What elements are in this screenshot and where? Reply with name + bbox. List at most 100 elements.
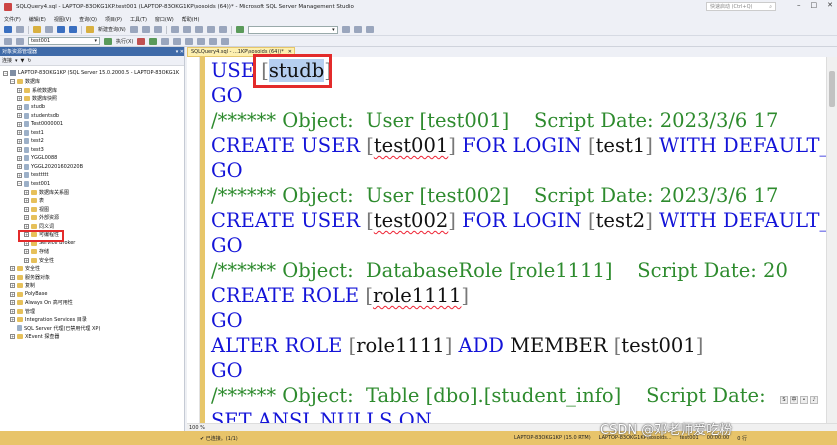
collapse-icon[interactable]: − <box>10 79 15 85</box>
tree-node[interactable]: + 数据库快照 <box>0 95 184 104</box>
expand-icon[interactable]: + <box>24 198 29 204</box>
expand-icon[interactable]: + <box>17 130 22 136</box>
database-select[interactable]: test001 ▾ <box>28 37 100 45</box>
settings-icon[interactable] <box>365 26 374 33</box>
expand-icon[interactable]: + <box>10 308 15 314</box>
cut-icon[interactable] <box>170 26 179 33</box>
expand-icon[interactable]: + <box>24 223 29 229</box>
minimize-icon[interactable]: – <box>797 1 801 9</box>
expand-icon[interactable]: + <box>24 215 29 221</box>
tree-node[interactable]: + 系统数据库 <box>0 86 184 95</box>
find-combo[interactable]: ▾ <box>247 25 338 34</box>
collapse-icon[interactable]: − <box>17 181 22 187</box>
analysis-icon[interactable] <box>141 26 150 33</box>
expand-icon[interactable]: + <box>17 138 22 144</box>
expand-icon[interactable]: + <box>10 283 15 289</box>
copy-icon[interactable] <box>182 26 191 33</box>
parse-icon[interactable] <box>149 37 158 45</box>
ime-mode-icon[interactable]: 中 <box>790 396 798 404</box>
tree-node[interactable]: + test2 <box>0 137 184 146</box>
paste-icon[interactable] <box>194 26 203 33</box>
refresh-icon[interactable]: ↻ <box>27 58 31 64</box>
tree-node[interactable]: + 安全性 <box>0 256 184 265</box>
expand-icon[interactable]: + <box>17 96 22 102</box>
collapse-icon[interactable]: − <box>3 70 8 76</box>
menu-item[interactable]: 工具(T) <box>130 16 147 23</box>
expand-icon[interactable]: + <box>10 274 15 280</box>
new-file-icon[interactable] <box>33 26 41 33</box>
expand-icon[interactable]: + <box>10 317 15 323</box>
tree-node[interactable]: + 视图 <box>0 205 184 214</box>
save-all-icon[interactable] <box>69 26 77 33</box>
tree-node[interactable]: + 表 <box>0 197 184 206</box>
results-grid-icon[interactable] <box>173 37 182 45</box>
open-icon[interactable] <box>45 26 53 33</box>
tree-node[interactable]: + Always On 高可用性 <box>0 299 184 308</box>
connect-icon[interactable] <box>4 37 12 45</box>
expand-icon[interactable]: + <box>10 266 15 272</box>
tree-node[interactable]: − LAPTOP-83OKG1KP (SQL Server 15.0.2000.5… <box>0 69 184 78</box>
comment-icon[interactable] <box>197 37 206 45</box>
tree-node[interactable]: + 管理 <box>0 307 184 316</box>
tree-node[interactable]: + Integration Services 目录 <box>0 316 184 325</box>
tree-node[interactable]: + XEvent 探查器 <box>0 333 184 342</box>
tree-node[interactable]: + YGGL20201602020B <box>0 163 184 172</box>
expand-icon[interactable]: + <box>24 249 29 255</box>
tree-node[interactable]: + 安全性 <box>0 265 184 274</box>
tree-node[interactable]: + PolyBase <box>0 290 184 299</box>
tree-node[interactable]: + test1 <box>0 129 184 138</box>
menu-item[interactable]: 查询(Q) <box>79 16 97 23</box>
connect-icon[interactable]: ▾ <box>15 58 18 64</box>
tree-node[interactable]: + 服务器对象 <box>0 273 184 282</box>
menu-item[interactable]: 项目(P) <box>105 16 122 23</box>
back-icon[interactable] <box>4 26 12 33</box>
code-area[interactable]: USE [studb] GO/****** Object: User [test0… <box>211 58 826 423</box>
tree-node[interactable]: − 数据库 <box>0 78 184 87</box>
results-text-icon[interactable] <box>185 37 194 45</box>
new-query-button[interactable]: 新建查询(N) <box>98 26 126 33</box>
menu-item[interactable]: 窗口(W) <box>155 16 174 23</box>
indent-icon[interactable] <box>221 37 230 45</box>
execute-button[interactable]: 执行(X) <box>116 38 133 45</box>
toolbox-icon[interactable] <box>353 26 362 33</box>
pin-icon[interactable]: ▾ ✕ <box>176 49 184 55</box>
menu-item[interactable]: 文件(F) <box>4 16 21 23</box>
save-icon[interactable] <box>57 26 65 33</box>
tree-node[interactable]: SQL Server 代理(已禁用代理 XP) <box>0 324 184 333</box>
close-icon[interactable]: ✕ <box>827 1 833 9</box>
expand-icon[interactable]: + <box>24 189 29 195</box>
expand-icon[interactable]: + <box>17 164 22 170</box>
properties-icon[interactable] <box>341 26 350 33</box>
ime-punct-icon[interactable]: • <box>800 396 808 404</box>
maximize-icon[interactable]: □ <box>811 1 818 9</box>
expand-icon[interactable]: + <box>24 257 29 263</box>
tree-node[interactable]: + studentsdb <box>0 112 184 121</box>
quick-launch-input[interactable]: 快速启动 (Ctrl+Q) ⌕ <box>706 2 776 11</box>
tree-node[interactable]: + Test0000001 <box>0 120 184 129</box>
expand-icon[interactable]: + <box>17 155 22 161</box>
zoom-level[interactable]: 100 % <box>189 425 205 431</box>
tree-node[interactable]: + 存储 <box>0 248 184 257</box>
db-query-icon[interactable] <box>129 26 138 33</box>
menu-item[interactable]: 视图(V) <box>54 16 71 23</box>
tree-node[interactable]: + testtttt <box>0 171 184 180</box>
expand-icon[interactable]: + <box>17 113 22 119</box>
cancel-query-icon[interactable] <box>137 37 146 45</box>
menu-item[interactable]: 编辑(E) <box>29 16 46 23</box>
menu-item[interactable]: 帮助(H) <box>182 16 200 23</box>
expand-icon[interactable]: + <box>10 334 15 340</box>
tree-node[interactable]: − test001 <box>0 180 184 189</box>
tree-node[interactable]: + test3 <box>0 146 184 155</box>
change-connection-icon[interactable] <box>16 37 24 45</box>
tree-node[interactable]: + 外部资源 <box>0 214 184 223</box>
expand-icon[interactable]: + <box>17 87 22 93</box>
tree-node[interactable]: + 复制 <box>0 282 184 291</box>
expand-icon[interactable]: + <box>17 172 22 178</box>
start-debug-icon[interactable] <box>235 26 244 33</box>
filter-icon[interactable]: ▼ <box>21 58 25 64</box>
undo-icon[interactable] <box>206 26 215 33</box>
tree-node[interactable]: + YGGL0088 <box>0 154 184 163</box>
forward-icon[interactable] <box>16 26 24 33</box>
redo-icon[interactable] <box>218 26 227 33</box>
query-editor[interactable]: USE [studb] GO/****** Object: User [test0… <box>187 57 826 423</box>
